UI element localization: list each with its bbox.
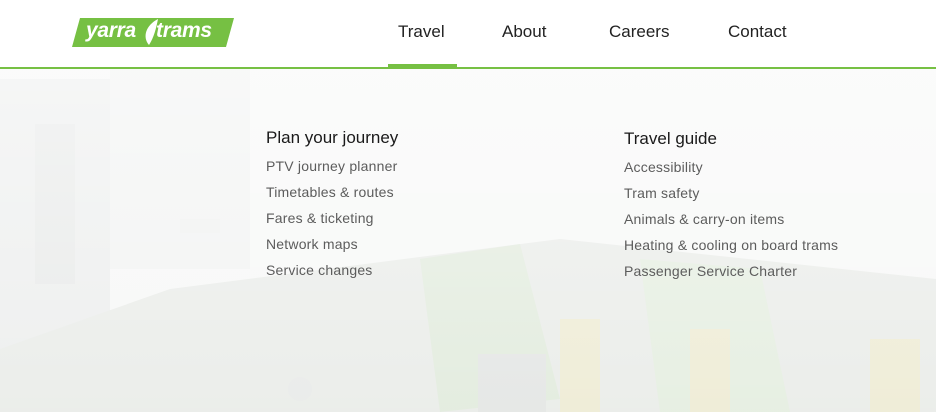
link-ptv-journey-planner[interactable]: PTV journey planner [266, 157, 398, 183]
nav-travel[interactable]: Travel [398, 22, 445, 42]
menu-column-travel-guide: Travel guide Accessibility Tram safety A… [624, 129, 838, 288]
yarra-trams-logo[interactable]: yarra trams [72, 17, 234, 48]
link-network-maps[interactable]: Network maps [266, 235, 398, 261]
logo-word-yarra: yarra [86, 19, 136, 42]
link-tram-safety[interactable]: Tram safety [624, 184, 838, 210]
link-animals-carry-on[interactable]: Animals & carry-on items [624, 210, 838, 236]
link-service-changes[interactable]: Service changes [266, 261, 398, 287]
nav-about[interactable]: About [502, 22, 546, 42]
link-fares-ticketing[interactable]: Fares & ticketing [266, 209, 398, 235]
link-accessibility[interactable]: Accessibility [624, 158, 838, 184]
nav-contact[interactable]: Contact [728, 22, 787, 42]
site-header: yarra trams Travel About Careers Contact [0, 0, 936, 69]
nav-careers[interactable]: Careers [609, 22, 669, 42]
link-timetables-routes[interactable]: Timetables & routes [266, 183, 398, 209]
travel-guide-heading: Travel guide [624, 129, 717, 148]
menu-column-plan-your-journey: Plan your journey PTV journey planner Ti… [266, 128, 398, 287]
link-heating-cooling[interactable]: Heating & cooling on board trams [624, 236, 838, 262]
plan-your-journey-heading: Plan your journey [266, 128, 399, 147]
logo-word-trams: trams [156, 19, 212, 42]
link-passenger-service-charter[interactable]: Passenger Service Charter [624, 262, 838, 288]
nav-active-indicator [388, 64, 457, 68]
